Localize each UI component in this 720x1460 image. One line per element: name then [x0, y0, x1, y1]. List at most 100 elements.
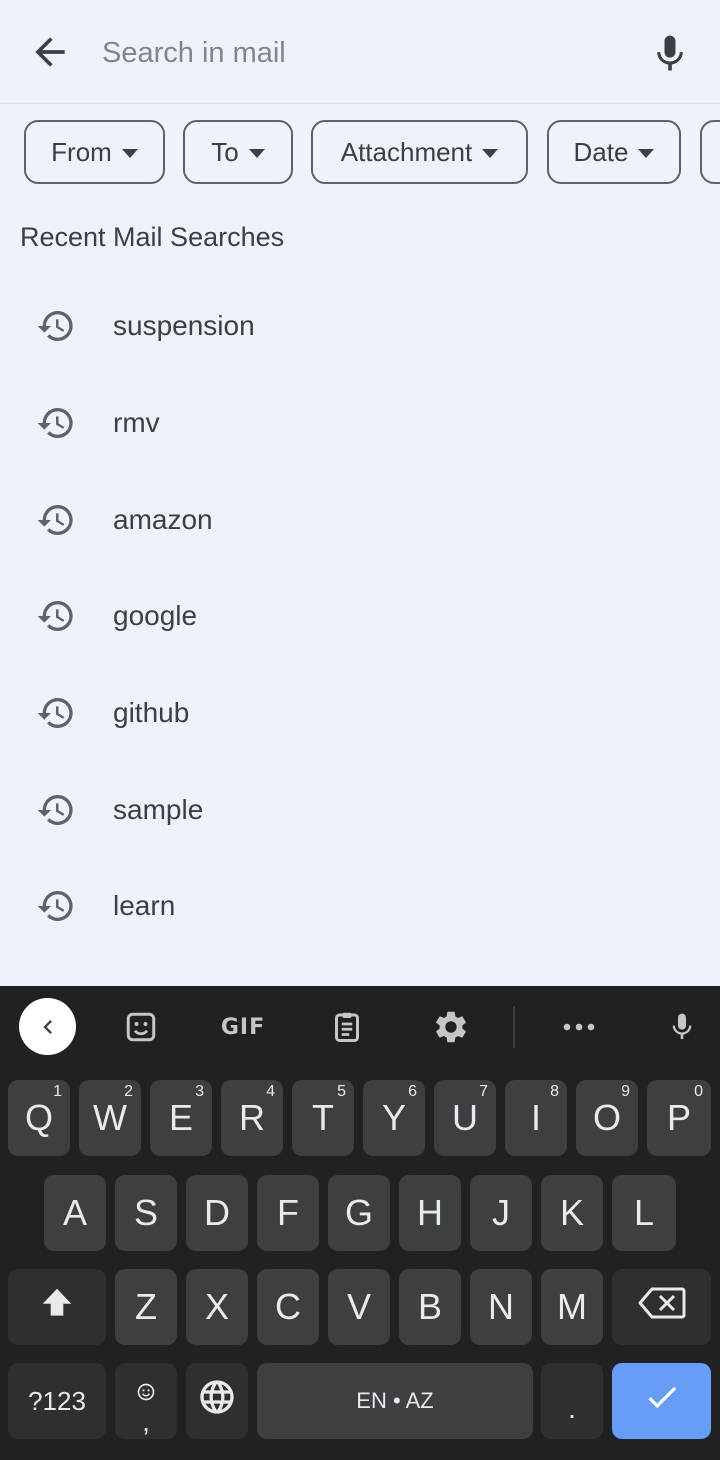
key-hint: 7	[479, 1083, 488, 1100]
chip-attachment[interactable]: Attachment	[311, 120, 528, 184]
gif-button[interactable]: GIF	[212, 1004, 274, 1050]
enter-key[interactable]	[612, 1363, 711, 1439]
checkmark-icon	[643, 1378, 681, 1425]
recent-searches-title: Recent Mail Searches	[20, 222, 285, 252]
back-arrow-icon[interactable]	[28, 30, 72, 74]
on-screen-keyboard: GIF Q1 W2 E3 R4 T5 Y6 U7 I8 O9 P0 A S D …	[0, 986, 720, 1460]
key-h[interactable]: H	[399, 1175, 461, 1251]
recent-search-text: google	[113, 600, 198, 632]
key-label: A	[62, 1192, 87, 1233]
list-item[interactable]: rmv	[0, 375, 720, 472]
voice-input-icon[interactable]	[660, 1004, 704, 1050]
backspace-key[interactable]	[612, 1269, 711, 1345]
sticker-icon[interactable]	[118, 1004, 164, 1050]
key-z[interactable]: Z	[115, 1269, 177, 1345]
key-a[interactable]: A	[44, 1175, 106, 1251]
key-label: Y	[381, 1097, 406, 1138]
list-item[interactable]: amazon	[0, 471, 720, 568]
list-item[interactable]: github	[0, 665, 720, 762]
emoji-icon	[136, 1369, 156, 1411]
recent-search-text: github	[113, 697, 190, 729]
key-t[interactable]: T5	[292, 1080, 354, 1156]
key-k[interactable]: K	[541, 1175, 603, 1251]
settings-gear-icon[interactable]	[428, 1004, 474, 1050]
key-label: R	[239, 1097, 265, 1138]
key-y[interactable]: Y6	[363, 1080, 425, 1156]
key-q[interactable]: Q1	[8, 1080, 70, 1156]
space-key[interactable]: EN • AZ	[257, 1363, 533, 1439]
key-x[interactable]: X	[186, 1269, 248, 1345]
key-r[interactable]: R4	[221, 1080, 283, 1156]
chip-label: Attachment	[340, 136, 473, 167]
language-key[interactable]	[186, 1363, 248, 1439]
chip-label: To	[211, 136, 239, 167]
list-item[interactable]: sample	[0, 761, 720, 858]
key-label: I	[530, 1097, 541, 1138]
key-label: Z	[135, 1286, 157, 1327]
collapse-keyboard-icon[interactable]	[19, 998, 76, 1055]
key-label: B	[417, 1286, 442, 1327]
key-i[interactable]: I8	[505, 1080, 567, 1156]
key-label: F	[277, 1192, 299, 1233]
key-m[interactable]: M	[541, 1269, 603, 1345]
microphone-icon[interactable]	[648, 30, 692, 78]
key-v[interactable]: V	[328, 1269, 390, 1345]
key-s[interactable]: S	[115, 1175, 177, 1251]
key-w[interactable]: W2	[79, 1080, 141, 1156]
key-label: P	[666, 1097, 691, 1138]
key-label: J	[492, 1192, 510, 1233]
key-label: .	[568, 1393, 576, 1424]
list-item[interactable]: learn	[0, 858, 720, 955]
key-label: Q	[24, 1097, 53, 1138]
key-label: C	[275, 1286, 301, 1327]
symbols-key[interactable]: ?123	[8, 1363, 106, 1439]
recent-search-text: suspension	[113, 310, 255, 342]
key-label: ,	[142, 1406, 150, 1437]
comma-emoji-key[interactable]: ,	[115, 1363, 177, 1439]
key-c[interactable]: C	[257, 1269, 319, 1345]
key-label: H	[417, 1192, 443, 1233]
key-f[interactable]: F	[257, 1175, 319, 1251]
key-label: EN • AZ	[356, 1388, 434, 1413]
key-d[interactable]: D	[186, 1175, 248, 1251]
key-label: D	[204, 1192, 230, 1233]
key-label: L	[633, 1192, 655, 1233]
key-l[interactable]: L	[612, 1175, 676, 1251]
key-p[interactable]: P0	[647, 1080, 711, 1156]
clipboard-icon[interactable]	[324, 1004, 370, 1050]
history-icon	[36, 886, 76, 926]
period-key[interactable]: .	[541, 1363, 603, 1439]
chip-from[interactable]: From	[24, 120, 165, 184]
key-label: M	[557, 1286, 587, 1327]
chip-more[interactable]	[700, 120, 720, 184]
key-hint: 2	[124, 1083, 133, 1100]
history-icon	[36, 596, 76, 636]
key-o[interactable]: O9	[576, 1080, 638, 1156]
key-n[interactable]: N	[470, 1269, 532, 1345]
chip-to[interactable]: To	[183, 120, 293, 184]
key-hint: 9	[621, 1083, 630, 1100]
key-g[interactable]: G	[328, 1175, 390, 1251]
key-label: K	[559, 1192, 584, 1233]
chip-date[interactable]: Date	[547, 120, 681, 184]
shift-key[interactable]	[8, 1269, 106, 1345]
list-item[interactable]: suspension	[0, 278, 720, 375]
key-label: ?123	[28, 1385, 86, 1416]
key-u[interactable]: U7	[434, 1080, 496, 1156]
key-j[interactable]: J	[470, 1175, 532, 1251]
search-input[interactable]	[102, 30, 622, 76]
recent-search-text: learn	[113, 890, 176, 922]
filter-chips: From To Attachment Date	[0, 120, 720, 184]
dropdown-arrow-icon	[248, 148, 265, 158]
list-item[interactable]: google	[0, 568, 720, 665]
more-options-icon[interactable]	[556, 1004, 602, 1050]
keyboard-toolbar: GIF	[0, 986, 720, 1068]
recent-search-text: sample	[113, 793, 204, 825]
dropdown-arrow-icon	[638, 148, 655, 158]
key-e[interactable]: E3	[150, 1080, 212, 1156]
key-hint: 8	[550, 1083, 559, 1100]
history-icon	[36, 500, 76, 540]
key-b[interactable]: B	[399, 1269, 461, 1345]
shift-icon	[37, 1284, 77, 1331]
chip-label: From	[51, 136, 112, 167]
